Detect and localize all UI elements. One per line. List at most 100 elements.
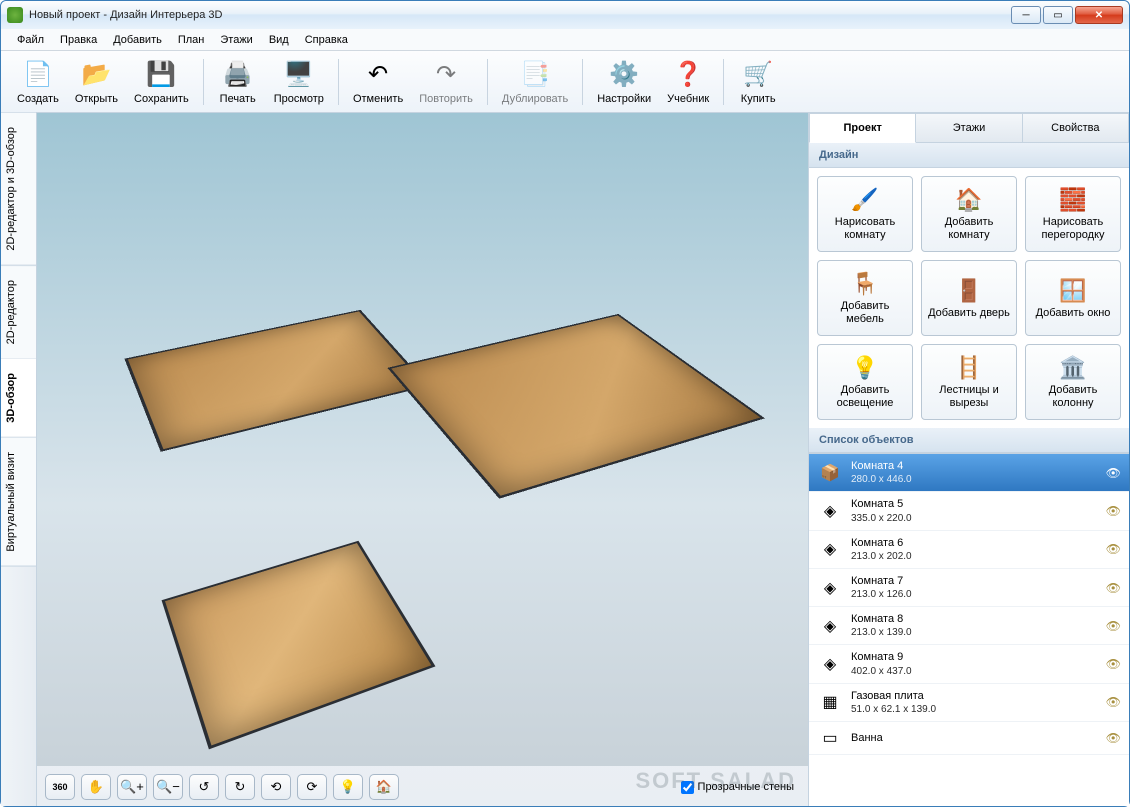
object-name: Комната 5 [851, 497, 1098, 511]
close-button[interactable]: ✕ [1075, 6, 1123, 24]
object-icon: ◈ [817, 615, 843, 637]
menu-справка[interactable]: Справка [299, 32, 354, 48]
undo-button[interactable]: ↶Отменить [345, 55, 411, 109]
object-name: Комната 7 [851, 574, 1098, 588]
vp-zoom-out-button[interactable]: 🔍− [153, 774, 183, 800]
duplicate-button-icon: 📑 [519, 59, 551, 91]
object-item[interactable]: ◈Комната 9402.0 x 437.0👁 [809, 645, 1129, 683]
new-button[interactable]: 📄 Создать [9, 55, 67, 109]
scene-3d[interactable] [37, 113, 808, 766]
sidetab-2d-3d[interactable]: 2D-редактор и 3D-обзор [1, 113, 36, 266]
stairs-button[interactable]: 🪜Лестницы и вырезы [921, 344, 1017, 420]
object-item[interactable]: ▦Газовая плита51.0 x 62.1 x 139.0👁 [809, 684, 1129, 722]
object-dimensions: 335.0 x 220.0 [851, 512, 1098, 525]
object-item[interactable]: 📦Комната 4280.0 x 446.0👁 [809, 454, 1129, 492]
open-button[interactable]: 📂Открыть [67, 55, 126, 109]
print-button[interactable]: 🖨️Печать [210, 55, 266, 109]
vp-tilt-right-button[interactable]: ⟳ [297, 774, 327, 800]
draw-room-button[interactable]: 🖌️Нарисовать комнату [817, 176, 913, 252]
object-icon: ◈ [817, 653, 843, 675]
visibility-eye-icon[interactable]: 👁 [1106, 731, 1121, 745]
add-furniture-button-label: Добавить мебель [822, 300, 908, 325]
object-dimensions: 402.0 x 437.0 [851, 665, 1098, 678]
add-room-button-label: Добавить комнату [926, 216, 1012, 241]
settings-button[interactable]: ⚙️Настройки [589, 55, 659, 109]
new-button-icon: 📄 [22, 59, 54, 91]
sidebar-tabs: ПроектЭтажиСвойства [809, 113, 1129, 143]
vp-zoom-in-button[interactable]: 🔍+ [117, 774, 147, 800]
undo-button-icon: ↶ [362, 59, 394, 91]
object-item[interactable]: ◈Комната 7213.0 x 126.0👁 [809, 569, 1129, 607]
viewport-toolbar: 360✋🔍+🔍−↺↻⟲⟳💡🏠 Прозрачные стены [45, 774, 800, 800]
vp-rotate-right-button[interactable]: ↻ [225, 774, 255, 800]
sidetab-3d[interactable]: 3D-обзор [1, 359, 36, 438]
add-light-button[interactable]: 💡Добавить освещение [817, 344, 913, 420]
new-button-label: Создать [17, 93, 59, 105]
visibility-eye-icon[interactable]: 👁 [1106, 581, 1121, 595]
vp-tilt-left-button[interactable]: ⟲ [261, 774, 291, 800]
menu-файл[interactable]: Файл [11, 32, 50, 48]
preview-button-label: Просмотр [274, 93, 324, 105]
add-door-button-icon: 🚪 [955, 277, 982, 305]
settings-button-icon: ⚙️ [608, 59, 640, 91]
add-furniture-button[interactable]: 🪑Добавить мебель [817, 260, 913, 336]
vp-pan-button[interactable]: ✋ [81, 774, 111, 800]
draw-partition-button[interactable]: 🧱Нарисовать перегородку [1025, 176, 1121, 252]
add-room-button[interactable]: 🏠Добавить комнату [921, 176, 1017, 252]
preview-button[interactable]: 🖥️Просмотр [266, 55, 332, 109]
redo-button-icon: ↷ [430, 59, 462, 91]
add-window-button[interactable]: 🪟Добавить окно [1025, 260, 1121, 336]
object-item[interactable]: ◈Комната 6213.0 x 202.0👁 [809, 531, 1129, 569]
visibility-eye-icon[interactable]: 👁 [1106, 542, 1121, 556]
open-button-label: Открыть [75, 93, 118, 105]
menubar: ФайлПравкаДобавитьПланЭтажи ВидСправка [1, 29, 1129, 51]
print-button-icon: 🖨️ [222, 59, 254, 91]
add-room-button-icon: 🏠 [955, 186, 982, 214]
visibility-eye-icon[interactable]: 👁 [1106, 619, 1121, 633]
add-furniture-button-icon: 🪑 [851, 270, 878, 298]
add-door-button[interactable]: 🚪 Добавить дверь [921, 260, 1017, 336]
save-button-label: Сохранить [134, 93, 189, 105]
save-button[interactable]: 💾Сохранить [126, 55, 197, 109]
menu-этажи[interactable]: Этажи [214, 32, 258, 48]
visibility-eye-icon[interactable]: 👁 [1106, 695, 1121, 709]
object-name: Газовая плита [851, 689, 1098, 703]
object-item[interactable]: ◈Комната 5335.0 x 220.0👁 [809, 492, 1129, 530]
tab-floors[interactable]: Этажи [916, 113, 1022, 143]
help-button[interactable]: ❓Учебник [659, 55, 717, 109]
object-dimensions: 51.0 x 62.1 x 139.0 [851, 703, 1098, 716]
object-item[interactable]: ◈Комната 8213.0 x 139.0👁 [809, 607, 1129, 645]
buy-button-label: Купить [741, 93, 776, 105]
minimize-button[interactable]: ─ [1011, 6, 1041, 24]
vp-360-button[interactable]: 360 [45, 774, 75, 800]
buy-button-icon: 🛒 [742, 59, 774, 91]
transparent-walls-checkbox[interactable]: Прозрачные стены [681, 781, 800, 794]
vp-rotate-left-button[interactable]: ↺ [189, 774, 219, 800]
duplicate-button: 📑Дублировать [494, 55, 576, 109]
vp-home-button[interactable]: 🏠 [369, 774, 399, 800]
object-list: 📦Комната 4280.0 x 446.0👁 ◈ Комната 5335.0 … [809, 453, 1129, 806]
visibility-eye-icon[interactable]: 👁 [1106, 657, 1121, 671]
add-column-button[interactable]: 🏛️Добавить колонну [1025, 344, 1121, 420]
viewport[interactable]: 360✋🔍+🔍−↺↻⟲⟳💡🏠 Прозрачные стены SOFT SAL… [37, 113, 809, 806]
visibility-eye-icon[interactable]: 👁 [1106, 466, 1121, 480]
sidetab-2d[interactable]: 2D-редактор [1, 266, 36, 359]
object-item[interactable]: ▭Ванна👁 [809, 722, 1129, 755]
sidetab-virtual[interactable]: Виртуальный визит [1, 438, 36, 567]
menu-план[interactable]: План [172, 32, 211, 48]
tab-properties[interactable]: Свойства [1023, 113, 1129, 143]
tab-project[interactable]: Проект [809, 113, 916, 143]
help-button-icon: ❓ [672, 59, 704, 91]
add-door-button-label: Добавить дверь [928, 307, 1010, 320]
menu-правка[interactable]: Правка [54, 32, 103, 48]
menu-добавить[interactable]: Добавить [107, 32, 168, 48]
visibility-eye-icon[interactable]: 👁 [1106, 504, 1121, 518]
object-name: Комната 4 [851, 459, 1098, 473]
room-render [162, 541, 436, 750]
draw-room-button-label: Нарисовать комнату [822, 216, 908, 241]
buy-button[interactable]: 🛒 Купить [730, 55, 786, 109]
menu-вид[interactable]: Вид [263, 32, 295, 48]
vp-light-button[interactable]: 💡 [333, 774, 363, 800]
add-window-button-icon: 🪟 [1059, 277, 1086, 305]
maximize-button[interactable]: ▭ [1043, 6, 1073, 24]
